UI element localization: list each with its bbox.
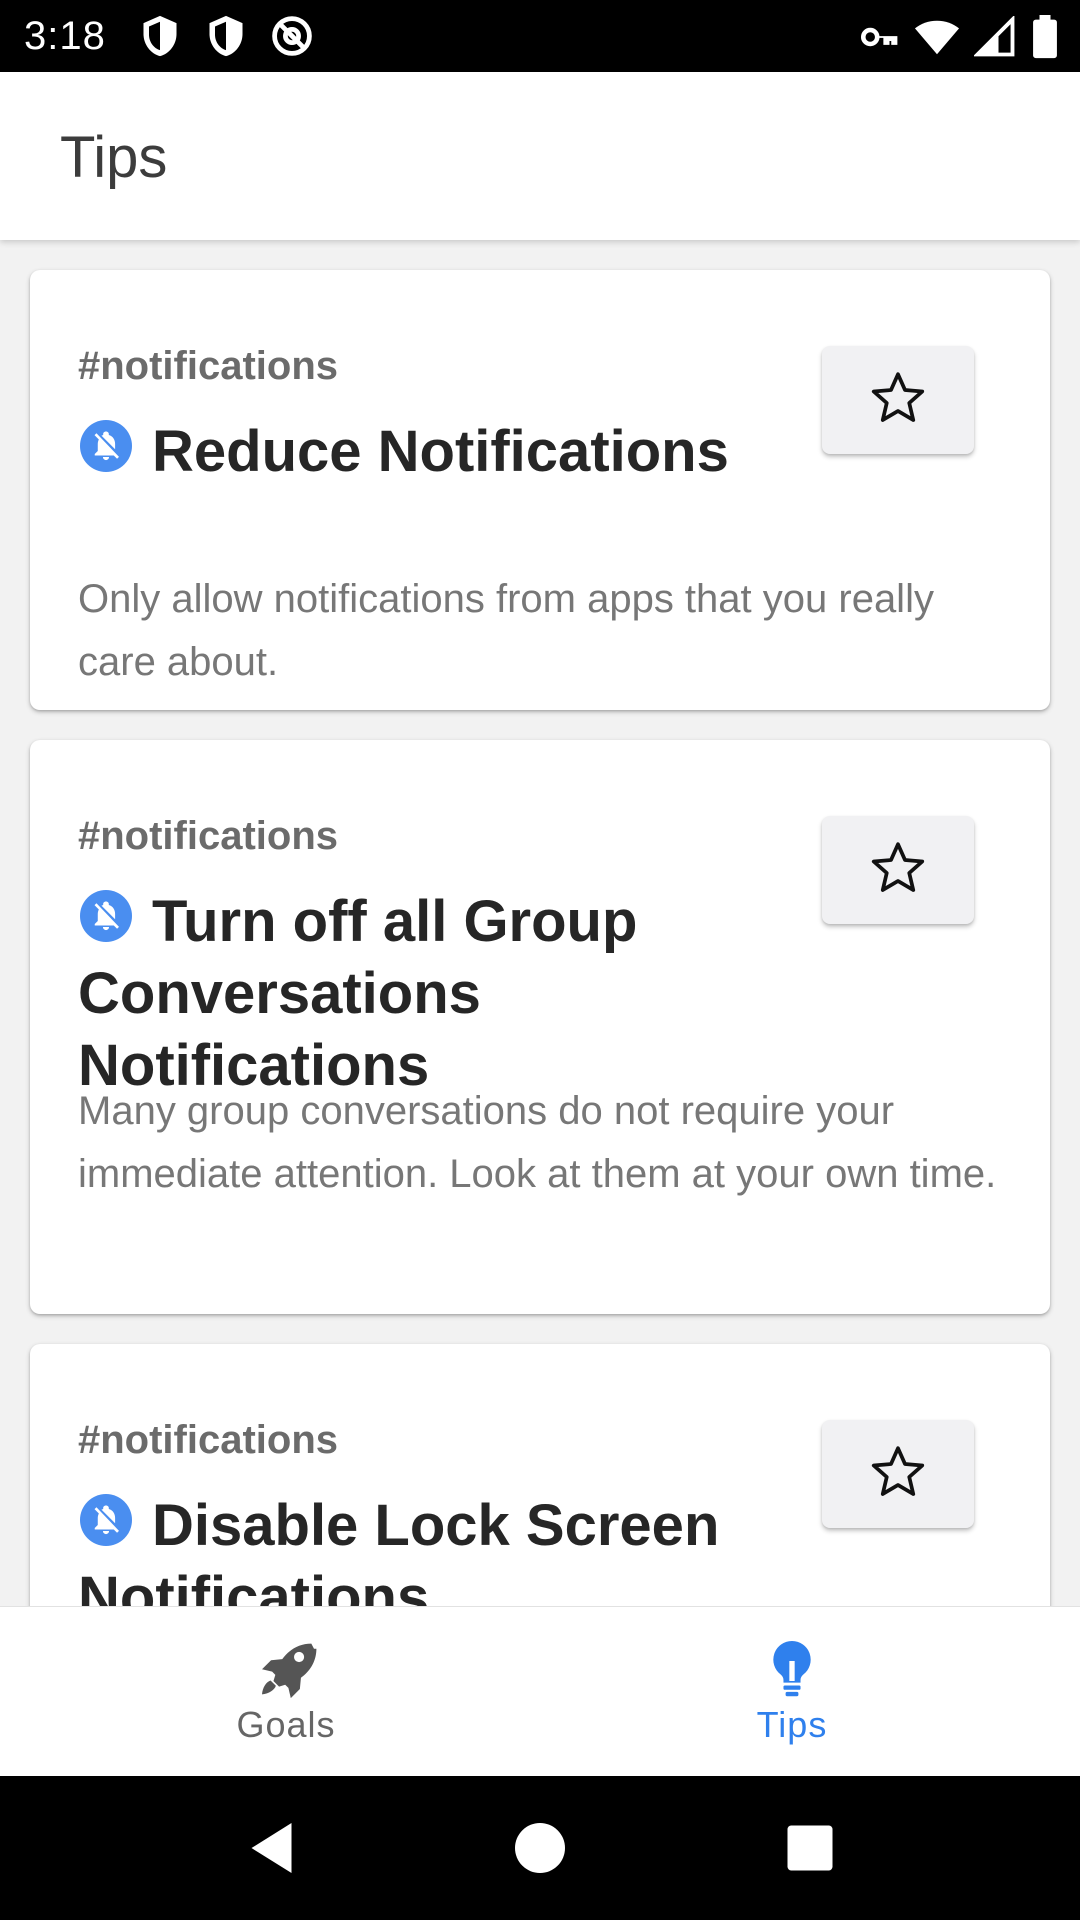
signal-icon bbox=[974, 16, 1016, 58]
tip-tag: #notifications bbox=[78, 1418, 339, 1462]
nav-item-tips[interactable]: Tips bbox=[522, 1607, 1062, 1777]
back-icon[interactable] bbox=[244, 1818, 304, 1883]
battery-icon bbox=[1030, 15, 1060, 59]
tip-card[interactable]: #notifications Reduce Notifications Only… bbox=[30, 270, 1050, 710]
status-bar: 3:18 bbox=[0, 0, 1080, 72]
wifi-icon bbox=[914, 14, 960, 60]
tip-tag: #notifications bbox=[78, 814, 339, 858]
tip-tag: #notifications bbox=[78, 344, 339, 388]
shield-icon bbox=[138, 14, 182, 58]
at-sign-icon bbox=[270, 14, 314, 58]
bottom-navigation: Goals Tips bbox=[0, 1606, 1080, 1776]
star-outline-icon bbox=[868, 368, 928, 433]
recents-icon[interactable] bbox=[780, 1818, 840, 1883]
tip-title: Turn off all Group Conversations Notific… bbox=[78, 889, 638, 1098]
favorite-button[interactable] bbox=[822, 816, 974, 924]
tip-description: Only allow notifications from apps that … bbox=[78, 577, 934, 684]
rocket-icon bbox=[254, 1637, 318, 1706]
app-bar: Tips bbox=[0, 72, 1080, 240]
nav-label-goals: Goals bbox=[236, 1704, 336, 1745]
tip-card[interactable]: #notifications Turn off all Group Conver… bbox=[30, 740, 1050, 1314]
tip-title: Disable Lock Screen Notifications bbox=[78, 1493, 720, 1606]
vpn-key-icon bbox=[858, 16, 900, 58]
star-outline-icon bbox=[868, 838, 928, 903]
home-icon[interactable] bbox=[510, 1818, 570, 1883]
shield-icon bbox=[204, 14, 248, 58]
system-navigation-bar bbox=[0, 1776, 1080, 1920]
tip-description: Many group conversations do not require … bbox=[78, 1089, 997, 1196]
tip-card[interactable]: #notifications Disable Lock Screen Notif… bbox=[30, 1344, 1050, 1606]
star-outline-icon bbox=[868, 1442, 928, 1507]
favorite-button[interactable] bbox=[822, 346, 974, 454]
tips-list[interactable]: #notifications Reduce Notifications Only… bbox=[0, 240, 1080, 1606]
status-time: 3:18 bbox=[24, 14, 106, 58]
status-left-icons bbox=[138, 14, 314, 58]
page-title: Tips bbox=[60, 125, 168, 190]
tip-title: Reduce Notifications bbox=[152, 419, 729, 484]
nav-item-goals[interactable]: Goals bbox=[16, 1607, 556, 1777]
favorite-button[interactable] bbox=[822, 1420, 974, 1528]
status-right-icons bbox=[858, 14, 1060, 60]
nav-label-tips: Tips bbox=[756, 1704, 828, 1745]
lightbulb-icon bbox=[760, 1637, 824, 1706]
